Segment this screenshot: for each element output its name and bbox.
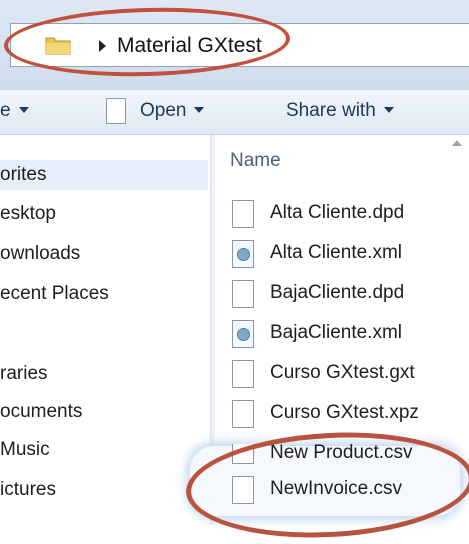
document-icon	[232, 200, 254, 228]
nav-item-favorites[interactable]: orites	[0, 160, 208, 190]
chevron-down-icon	[383, 107, 394, 113]
document-icon	[232, 360, 254, 388]
organize-button[interactable]: e	[0, 100, 29, 122]
xml-file-icon	[232, 320, 254, 348]
file-row[interactable]: Alta Cliente.xml	[232, 238, 462, 272]
file-row[interactable]: Curso GXtest.xpz	[232, 398, 462, 432]
navigation-pane: orites esktop ownloads ecent Places rari…	[0, 135, 208, 524]
column-header-name[interactable]: Name	[230, 150, 281, 172]
file-row[interactable]: BajaCliente.dpd	[232, 278, 462, 312]
annotation-circle-file	[183, 425, 469, 544]
document-icon	[232, 280, 254, 308]
chevron-down-icon	[194, 107, 205, 113]
xml-file-icon	[232, 240, 254, 268]
open-document-icon	[106, 98, 126, 124]
nav-item-music[interactable]: Music	[0, 439, 50, 461]
file-row[interactable]: Alta Cliente.dpd	[232, 198, 462, 232]
open-button[interactable]: Open	[140, 100, 205, 122]
nav-item-recent-places[interactable]: ecent Places	[0, 283, 109, 305]
nav-item-pictures[interactable]: ictures	[0, 479, 56, 501]
nav-item-libraries[interactable]: raries	[0, 363, 48, 385]
nav-item-documents[interactable]: ocuments	[0, 401, 82, 423]
document-icon	[232, 400, 254, 428]
command-bar: e Open Share with	[0, 90, 469, 135]
share-with-button[interactable]: Share with	[286, 100, 394, 122]
annotation-circle-address	[3, 4, 291, 80]
chevron-down-icon	[18, 107, 29, 113]
nav-item-downloads[interactable]: ownloads	[0, 243, 80, 265]
title-bar: Material GXtest	[0, 0, 469, 90]
file-row[interactable]: Curso GXtest.gxt	[232, 358, 462, 392]
file-row[interactable]: BajaCliente.xml	[232, 318, 462, 352]
nav-item-desktop[interactable]: esktop	[0, 203, 56, 225]
sort-ascending-icon	[452, 140, 462, 146]
